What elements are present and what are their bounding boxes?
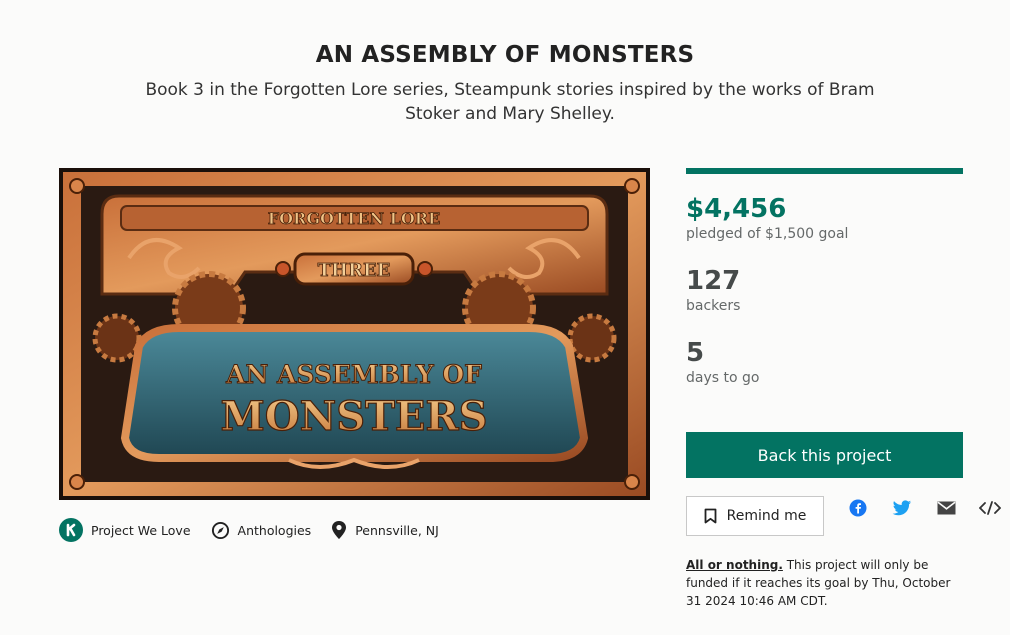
location-link[interactable]: Pennsville, NJ (331, 520, 439, 540)
compass-icon (211, 521, 230, 540)
banner-line2-text: MONSTERS (221, 393, 488, 440)
backers-label: backers (686, 298, 741, 314)
bookmark-icon (704, 508, 717, 524)
remind-me-button[interactable]: Remind me (686, 496, 824, 536)
twitter-icon[interactable] (890, 499, 914, 517)
funding-progress-fill (686, 168, 963, 174)
all-or-nothing-notice: All or nothing. This project will only b… (686, 556, 966, 610)
backers-count: 127 (686, 266, 741, 296)
days-to-go-label: days to go (686, 370, 760, 386)
remind-me-label: Remind me (726, 508, 807, 524)
facebook-icon[interactable] (846, 499, 870, 517)
project-we-love-label: Project We Love (91, 522, 191, 538)
back-this-project-button[interactable]: Back this project (686, 432, 963, 478)
project-meta: Project We Love Anthologies Pennsville, … (59, 517, 459, 543)
category-link[interactable]: Anthologies (211, 521, 312, 540)
pledged-goal-label: pledged of $1,500 goal (686, 226, 849, 242)
days-to-go-count: 5 (686, 338, 705, 368)
kickstarter-k-icon (59, 518, 83, 542)
project-we-love-link[interactable]: Project We Love (59, 518, 191, 542)
all-or-nothing-link[interactable]: All or nothing. (686, 558, 783, 572)
map-pin-icon (331, 520, 347, 540)
funding-progress-bar (686, 168, 963, 174)
project-subtitle: Book 3 in the Forgotten Lore series, Ste… (145, 80, 875, 124)
banner-line1-text: AN ASSEMBLY OF (225, 360, 482, 389)
email-icon[interactable] (934, 499, 958, 517)
project-title: AN ASSEMBLY OF MONSTERS (315, 42, 695, 68)
funding-panel: $4,456 pledged of $1,500 goal 127 backer… (686, 168, 963, 386)
banner-top-text: FORGOTTEN LORE (268, 209, 441, 228)
banner-plate-text: THREE (318, 260, 391, 281)
location-label: Pennsville, NJ (355, 522, 439, 538)
pledged-amount: $4,456 (686, 194, 787, 224)
category-label: Anthologies (237, 522, 312, 538)
embed-icon[interactable] (978, 499, 1002, 517)
project-hero-image[interactable]: FORGOTTEN LORE THREE AN ASSEMBLY OF MONS… (59, 168, 650, 500)
